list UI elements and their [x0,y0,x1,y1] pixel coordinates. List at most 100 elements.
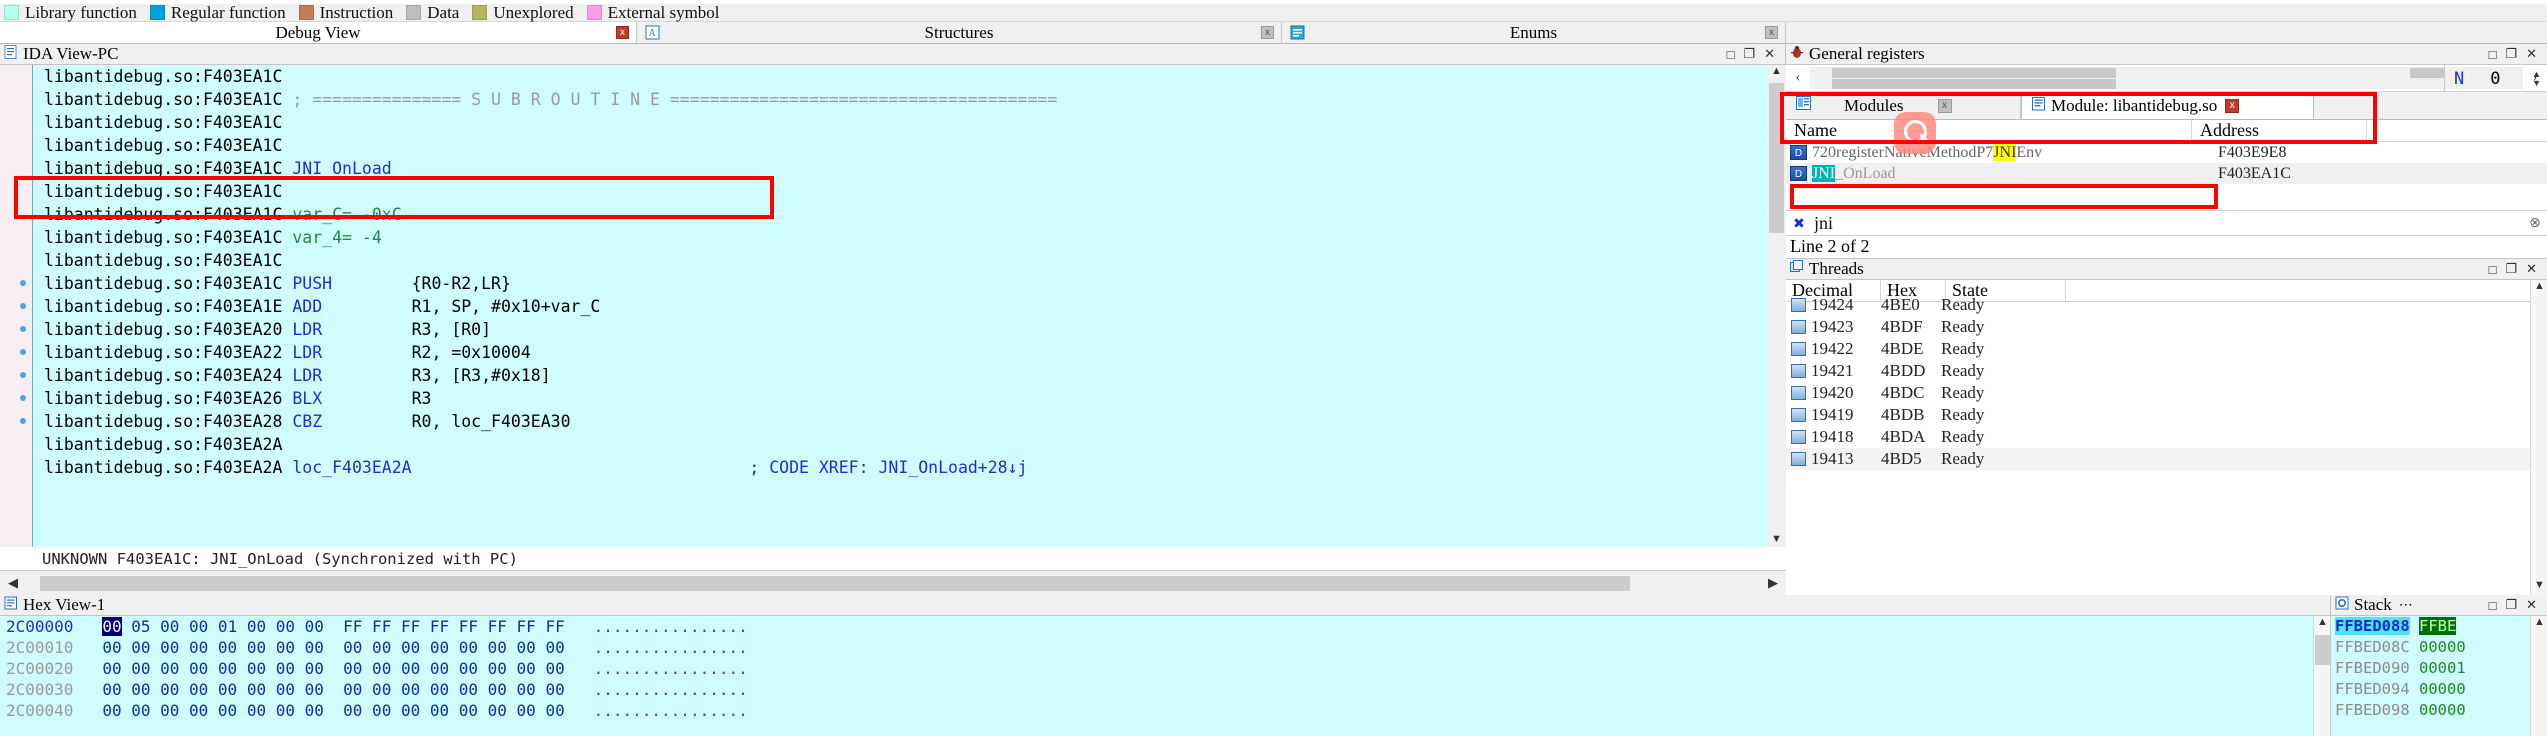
function-name[interactable]: JNI_OnLoad [292,159,391,178]
scroll-up-arrow[interactable]: ▲ [2314,616,2331,633]
maximize-icon[interactable]: □ [2489,47,2497,62]
table-row[interactable]: D JNI_OnLoad F403EA1C [1786,163,2547,184]
tab-close-icon[interactable]: x [1765,26,1778,39]
disassembly-line[interactable]: libantidebug.so:F403EA22 LDR R2, =0x1000… [0,341,1786,364]
tab-enums[interactable]: Enums x [1282,22,1786,43]
disassembly-line[interactable]: libantidebug.so:F403EA1C var_C= -0xC [0,203,1786,226]
breakpoint-dot-icon[interactable] [20,372,26,378]
disassembly-line[interactable]: libantidebug.so:F403EA1C [0,180,1786,203]
stack-row[interactable]: FFBED088 FFBE [2331,616,2547,637]
scroll-thumb[interactable] [2315,635,2330,665]
tab-close-icon[interactable]: x [616,26,629,39]
disassembly-line[interactable]: libantidebug.so:F403EA1C [0,134,1786,157]
main-tab-strip[interactable]: Debug View x A Structures x Enums x [0,22,2547,44]
maximize-icon[interactable]: □ [1727,47,1735,62]
disassembly-line[interactable]: libantidebug.so:F403EA2A loc_F403EA2A ; … [0,456,1786,479]
registers-scroll-row[interactable]: ‹ › [1786,65,2547,92]
scroll-up-arrow[interactable]: ▲ [2531,280,2547,297]
restore-icon[interactable]: ❐ [2505,597,2517,613]
tab-close-icon[interactable]: x [1261,26,1274,39]
maximize-icon[interactable]: □ [2489,262,2497,277]
disassembly-line[interactable]: libantidebug.so:F403EA26 BLX R3 [0,387,1786,410]
disassembly-line[interactable]: libantidebug.so:F403EA1E ADD R1, SP, #0x… [0,295,1786,318]
restore-icon[interactable]: ❐ [1743,46,1755,62]
scroll-thumb[interactable] [40,575,1630,591]
disassembly-line[interactable]: libantidebug.so:F403EA24 LDR R3, [R3,#0x… [0,364,1786,387]
scroll-track[interactable] [26,574,1760,592]
disassembly-line[interactable]: libantidebug.so:F403EA1C JNI_OnLoad [0,157,1786,180]
stack-row[interactable]: FFBED090 00001 [2331,658,2547,679]
breakpoint-dot-icon[interactable] [20,280,26,286]
disassembly-line[interactable]: libantidebug.so:F403EA28 CBZ R0, loc_F40… [0,410,1786,433]
stack-row[interactable]: FFBED094 00000 [2331,679,2547,700]
threads-list[interactable]: Decimal Hex State 19424 4BE0 Ready 19423 4BD… [1786,280,2547,596]
disassembly-line[interactable]: libantidebug.so:F403EA1C PUSH {R0-R2,LR} [0,272,1786,295]
table-row[interactable]: 19418 4BDA Ready [1786,426,2547,448]
modules-list[interactable]: Name Address D 720registerNativeMethodP7… [1786,112,2547,210]
scroll-up-arrow[interactable]: ▲ [2531,616,2547,633]
tab-close-icon[interactable]: x [1937,98,1952,113]
disassembly-line[interactable]: libantidebug.so:F403EA1C [0,65,1786,88]
hex-row[interactable]: 2C00000 00 05 00 00 01 00 00 00 FF FF FF… [0,616,2330,637]
disassembly-line[interactable]: libantidebug.so:F403EA1C var_4= -4 [0,226,1786,249]
table-row[interactable]: 19419 4BDB Ready [1786,404,2547,426]
breakpoint-dot-icon[interactable] [20,349,26,355]
hex-selected-byte[interactable]: 00 [102,617,122,636]
scroll-right-arrow[interactable]: ▶ [1760,572,1786,595]
hex-row[interactable]: 2C00040 00 00 00 00 00 00 00 00 00 00 00… [0,700,2330,721]
breakpoint-dot-icon[interactable] [20,303,26,309]
scroll-left-arrow[interactable]: ◀ [0,572,26,595]
overflow-menu-icon[interactable]: ⋯ [2399,597,2413,614]
scroll-down-arrow[interactable]: ▼ [2531,579,2547,596]
spinner-down-icon[interactable]: ▼ [2532,78,2541,88]
hex-row[interactable]: 2C00020 00 00 00 00 00 00 00 00 00 00 00… [0,658,2330,679]
restore-icon[interactable]: ❐ [2505,46,2517,62]
disassembly-listing[interactable]: libantidebug.so:F403EA1C libantidebug.so… [0,65,1786,550]
stack-dump[interactable]: FFBED088 FFBE FFBED08C 00000 FFBED090 0000… [2331,616,2547,736]
disassembly-vertical-scrollbar[interactable]: ▲ ▼ [1768,65,1785,550]
disassembly-line[interactable]: libantidebug.so:F403EA2A [0,433,1786,456]
table-row[interactable]: 19422 4BDE Ready [1786,338,2547,360]
close-icon[interactable]: ✕ [2526,597,2537,613]
disassembly-line[interactable]: libantidebug.so:F403EA1C [0,249,1786,272]
breakpoint-dot-icon[interactable] [20,326,26,332]
maximize-icon[interactable]: □ [2489,598,2497,613]
registers-prev-button[interactable]: ‹ [1786,70,1810,86]
table-row[interactable]: 19423 4BDF Ready [1786,316,2547,338]
close-icon[interactable]: ✕ [1764,46,1775,62]
code-label[interactable]: loc_F403EA2A [292,458,411,477]
find-bar[interactable]: ✖ ⊗ [1786,210,2547,236]
clear-search-icon[interactable]: ⊗ [2523,215,2547,232]
table-row[interactable]: 19413 4BD5 Ready [1786,448,2547,470]
breakpoint-dot-icon[interactable] [20,418,26,424]
close-icon[interactable]: ✕ [2526,46,2537,62]
find-close-icon[interactable]: ✖ [1786,215,1812,232]
threads-vertical-scrollbar[interactable]: ▲ ▼ [2530,280,2547,596]
tab-close-icon[interactable]: x [2225,98,2240,113]
disassembly-horizontal-scrollbar[interactable]: ◀ ▶ [0,570,1786,595]
search-input[interactable] [1812,211,2523,235]
hex-vertical-scrollbar[interactable]: ▲ [2313,616,2330,736]
tab-structures[interactable]: A Structures x [637,22,1282,43]
table-row[interactable]: 19421 4BDD Ready [1786,360,2547,382]
scroll-thumb[interactable] [1769,83,1784,233]
disassembly-line[interactable]: libantidebug.so:F403EA1C [0,111,1786,134]
registers-scroll-track[interactable] [1810,67,2523,89]
table-row[interactable]: 19420 4BDC Ready [1786,382,2547,404]
breakpoint-dot-icon[interactable] [20,395,26,401]
tab-module-libantidebug[interactable]: Module: libantidebug.so x [2021,92,2314,119]
tab-debug-view[interactable]: Debug View x [0,22,637,43]
disassembly-line[interactable]: libantidebug.so:F403EA1C ; =============… [0,88,1786,111]
scroll-up-arrow[interactable]: ▲ [1768,65,1785,82]
hex-dump[interactable]: 2C00000 00 05 00 00 01 00 00 00 FF FF FF… [0,616,2330,736]
close-icon[interactable]: ✕ [2526,261,2537,277]
flag-spinner[interactable]: ▲ ▼ [2532,69,2547,88]
disassembly-line[interactable]: libantidebug.so:F403EA20 LDR R3, [R0] [0,318,1786,341]
column-header-address[interactable]: Address [2192,120,2367,142]
column-header-name[interactable]: Name [1786,120,2192,142]
stack-vertical-scrollbar[interactable]: ▲ [2530,616,2547,736]
restore-icon[interactable]: ❐ [2505,261,2517,277]
stack-row[interactable]: FFBED08C 00000 [2331,637,2547,658]
hex-row[interactable]: 2C00010 00 00 00 00 00 00 00 00 00 00 00… [0,637,2330,658]
hex-row[interactable]: 2C00030 00 00 00 00 00 00 00 00 00 00 00… [0,679,2330,700]
